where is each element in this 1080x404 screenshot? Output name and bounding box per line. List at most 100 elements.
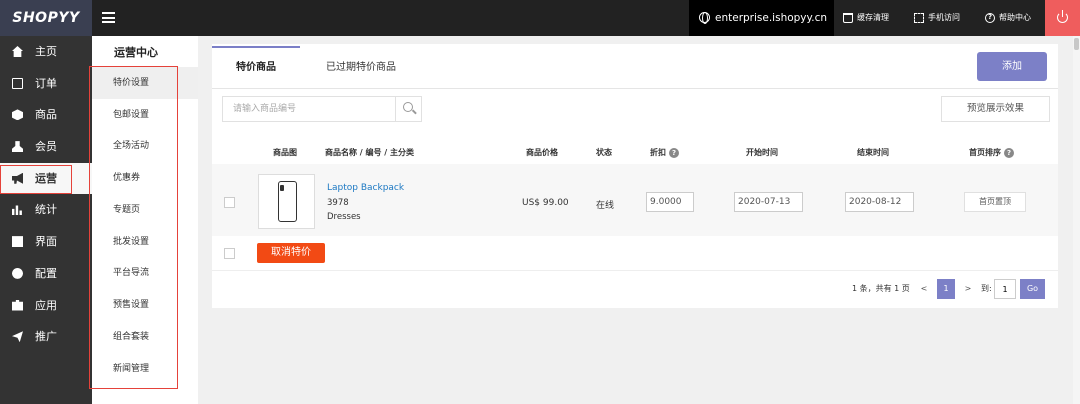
product-status: 在线 [596, 201, 615, 211]
subnav-item-site-event[interactable]: 全场活动 [92, 130, 198, 162]
sort-header-label: 首页排序 [969, 148, 1001, 157]
sidebar-item-promotion[interactable]: 推广 [0, 321, 92, 353]
sub-sidebar: 运营中心 特价设置 包邮设置 全场活动 优惠券 专题页 批发设置 平台导流 预售… [92, 36, 198, 404]
globe-icon [699, 12, 710, 24]
start-date-input[interactable] [734, 192, 803, 212]
phone-case-image [278, 181, 297, 222]
mobile-access-label: 手机访问 [928, 13, 960, 22]
go-button[interactable]: Go [1020, 279, 1045, 299]
add-button[interactable]: 添加 [977, 52, 1047, 81]
gear-icon [12, 267, 23, 279]
search-input[interactable] [223, 97, 395, 121]
scrollbar[interactable] [1073, 36, 1080, 404]
scrollbar-thumb[interactable] [1074, 38, 1079, 50]
subnav-item-coupons[interactable]: 优惠券 [92, 162, 198, 194]
main-sidebar: 主页 订单 商品 会员 运营 统计 界面 配置 应用 推广 [0, 36, 92, 404]
bar-chart-icon [12, 205, 22, 216]
discount-input[interactable] [646, 192, 694, 212]
cancel-special-button[interactable]: 取消特价 [257, 243, 325, 263]
discount-header-label: 折扣 [650, 148, 666, 157]
sidebar-item-label: 订单 [35, 76, 57, 90]
preview-button[interactable]: 预览展示效果 [941, 96, 1050, 122]
sidebar-item-label: 主页 [35, 45, 57, 58]
box-icon [12, 109, 23, 121]
subnav-item-topic-pages[interactable]: 专题页 [92, 194, 198, 226]
search-button[interactable] [395, 97, 421, 121]
col-header-image: 商品图 [273, 148, 297, 157]
col-header-price: 商品价格 [526, 148, 558, 157]
tab-special-products[interactable]: 特价商品 [236, 48, 276, 88]
tab-expired-products[interactable]: 已过期特价商品 [326, 48, 396, 88]
col-header-status: 状态 [596, 148, 612, 157]
megaphone-icon [12, 172, 23, 184]
sidebar-item-products[interactable]: 商品 [0, 99, 92, 131]
col-header-end: 结束时间 [857, 148, 889, 157]
row-checkbox[interactable] [224, 197, 235, 208]
pin-to-top-button[interactable]: 首页置顶 [964, 192, 1026, 212]
help-icon: ? [985, 13, 995, 23]
col-header-sort: 首页排序? [969, 147, 1014, 158]
product-category: Dresses [327, 212, 361, 222]
help-icon[interactable]: ? [1004, 147, 1014, 158]
domain-text: enterprise.ishopyy.cn [715, 12, 828, 24]
col-header-discount: 折扣? [650, 147, 679, 158]
sidebar-item-home[interactable]: 主页 [0, 36, 92, 68]
goto-label: 到: [981, 284, 992, 293]
sidebar-item-label: 统计 [35, 203, 57, 217]
window-icon [12, 236, 23, 248]
subnav-title: 运营中心 [114, 46, 158, 59]
mobile-access-button[interactable]: 手机访问 [914, 0, 960, 36]
subnav-item-presale[interactable]: 预售设置 [92, 289, 198, 321]
prev-page-button[interactable]: < [917, 279, 931, 299]
subnav-item-traffic[interactable]: 平台导流 [92, 257, 198, 289]
sidebar-item-label: 运营 [35, 171, 57, 185]
col-header-start: 开始时间 [746, 148, 778, 157]
help-center-button[interactable]: ? 帮助中心 [985, 0, 1031, 36]
subnav-item-special-price[interactable]: 特价设置 [92, 67, 198, 99]
order-icon [12, 77, 23, 89]
sidebar-item-orders[interactable]: 订单 [0, 68, 92, 100]
sidebar-item-label: 应用 [35, 298, 57, 312]
top-bar: SHOPYY enterprise.ishopyy.cn 缓存清理 手机访问 ?… [0, 0, 1080, 36]
cache-clear-button[interactable]: 缓存清理 [843, 0, 889, 36]
subnav-item-free-shipping[interactable]: 包邮设置 [92, 99, 198, 131]
puzzle-icon [12, 299, 23, 311]
page-1-button[interactable]: 1 [937, 279, 955, 299]
end-date-input[interactable] [845, 192, 914, 212]
menu-toggle-icon[interactable] [102, 12, 115, 23]
user-icon [12, 141, 23, 153]
product-thumbnail[interactable] [258, 174, 315, 229]
sidebar-item-label: 配置 [35, 266, 57, 280]
home-icon [12, 46, 23, 57]
next-page-button[interactable]: > [961, 279, 975, 299]
cache-clear-label: 缓存清理 [857, 13, 889, 22]
sidebar-item-interface[interactable]: 界面 [0, 226, 92, 258]
sidebar-item-operations[interactable]: 运营 [0, 162, 92, 195]
sidebar-item-config[interactable]: 配置 [0, 258, 92, 290]
sidebar-item-members[interactable]: 会员 [0, 131, 92, 163]
send-icon [12, 331, 23, 343]
subnav-item-news[interactable]: 新闻管理 [92, 353, 198, 385]
product-code: 3978 [327, 198, 349, 208]
subnav-item-wholesale[interactable]: 批发设置 [92, 226, 198, 258]
help-icon[interactable]: ? [669, 147, 679, 158]
help-center-label: 帮助中心 [999, 13, 1031, 22]
sidebar-item-label: 推广 [35, 330, 57, 344]
sidebar-item-label: 会员 [35, 140, 57, 154]
trash-icon [843, 13, 853, 23]
logo[interactable]: SHOPYY [0, 0, 92, 36]
product-name-link[interactable]: Laptop Backpack [327, 183, 404, 193]
subnav-item-bundles[interactable]: 组合套装 [92, 321, 198, 353]
domain-link[interactable]: enterprise.ishopyy.cn [689, 0, 834, 36]
search-box [222, 96, 422, 122]
sidebar-item-apps[interactable]: 应用 [0, 290, 92, 322]
product-price: US$ 99.00 [522, 198, 569, 208]
logout-button[interactable] [1045, 0, 1080, 36]
goto-page-input[interactable] [994, 279, 1016, 299]
pagination-summary: 1 条，共有 1 页 [852, 284, 910, 293]
sidebar-item-label: 界面 [35, 235, 57, 249]
select-all-checkbox[interactable] [224, 248, 235, 259]
scan-icon [914, 13, 924, 23]
sidebar-item-label: 商品 [35, 108, 57, 122]
sidebar-item-statistics[interactable]: 统计 [0, 194, 92, 226]
